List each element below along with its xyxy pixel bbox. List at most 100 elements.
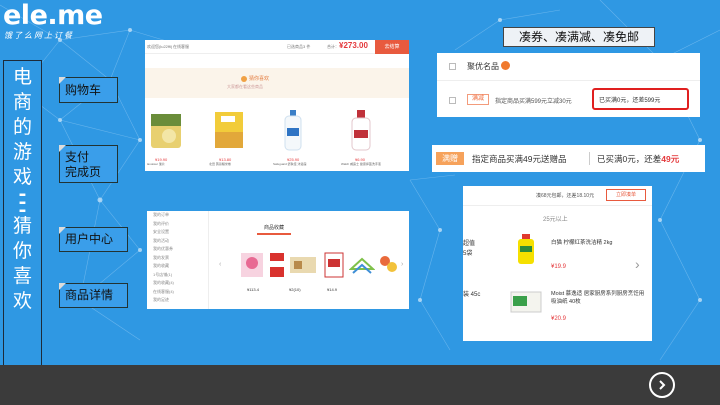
product-card[interactable]: ¥25.90 Safeguard 舒肤佳 沐浴露	[273, 108, 321, 166]
recommend-title: 猜你喜欢	[249, 76, 270, 82]
favorite-product-hanger-icon[interactable]	[349, 255, 375, 277]
detail-left-cutoff-text: 超值	[463, 241, 476, 247]
gift-tag: 满赠	[436, 152, 464, 165]
cart-screenshot: 欢迎您(lu22ffl) 在线客服 已选商品3 件 合计： ¥273.00 去结…	[145, 40, 409, 171]
user-menu-item[interactable]: 我的活动	[153, 237, 208, 246]
detail-item-price: ¥19.9	[551, 264, 567, 270]
carousel-next-arrow[interactable]: ›	[401, 261, 403, 268]
detail-left-cutoff-text: 装 45c	[463, 292, 481, 298]
user-menu-item[interactable]: 安全设置	[153, 228, 208, 237]
cart-total-value: ¥273.00	[339, 41, 368, 50]
user-center-screenshot: 我的订单 我的评价 安全设置 我的活动 我的优惠券 我的发票 我的收藏 1号店铺(1) 我的收藏…	[147, 211, 409, 309]
favorite-product-drink-icon[interactable]	[267, 249, 287, 279]
favorite-price: ¥14.9	[327, 287, 338, 292]
product-card[interactable]: ¥19.90 lavoisier 薯片	[147, 108, 195, 166]
favorites-tab[interactable]: 商品收藏	[257, 223, 291, 235]
cart-header-user: 欢迎您(lu22ffl)	[147, 44, 173, 49]
product-name: lavoisier 薯片	[147, 162, 165, 166]
vertical-title-char: -	[18, 199, 27, 221]
logo-slogan: 饿了么网上订餐	[4, 31, 74, 40]
favorites-title: 商品收藏	[263, 225, 284, 231]
detail-header: 凑68元包邮，还差18.10元 立即凑单	[463, 186, 652, 206]
cart-header: 欢迎您(lu22ffl) 在线客服 已选商品3 件 合计： ¥273.00 去结…	[145, 40, 409, 54]
label-user-center-text: 用户中心	[65, 232, 114, 246]
next-slide-button[interactable]	[649, 372, 675, 398]
label-user-center: 用户中心	[59, 227, 128, 252]
oil-paper-box-icon[interactable]	[509, 286, 543, 316]
coupon-screenshot: 聚优名品 满减 指定商品买满599元立减30元 已买满0元，还差599元	[437, 53, 700, 117]
user-menu-item[interactable]: 我的收藏(4)	[153, 279, 208, 288]
user-menu-item[interactable]: 我的订单	[153, 211, 208, 220]
favorite-product-snack-icon[interactable]	[288, 251, 318, 277]
detail-free-shipping-text: 凑68元包邮，还差18.10元	[536, 193, 595, 199]
detail-price-section: 25元以上	[543, 217, 568, 223]
gift-status-amount: 49元	[661, 154, 680, 164]
cart-recommend-banner: 猜你喜欢 大家都在看这些商品	[145, 68, 409, 98]
vertical-title-char: 商	[12, 91, 32, 113]
store-checkbox[interactable]	[449, 63, 456, 70]
dish-soap-bottle-icon[interactable]	[513, 232, 539, 266]
coupon-status: 已买满0元，还差599元	[599, 98, 661, 104]
user-menu-item[interactable]: 1号店铺(1)	[153, 271, 208, 280]
label-payment-complete: 支付 完成页	[59, 145, 118, 183]
detail-item-name[interactable]: 白猫 柠檬红茶洗洁精 2kg	[551, 238, 612, 246]
product-name: Walch 威露士 健康抑菌洗手液	[341, 162, 381, 166]
store-name[interactable]: 聚优名品	[467, 61, 499, 72]
product-name: 北田 蒟蒻糙米卷	[209, 162, 231, 166]
coupon-store-row: 聚优名品	[437, 53, 700, 81]
label-cart-text: 购物车	[65, 83, 102, 97]
handwash-bottle-icon	[351, 110, 371, 151]
detail-next-arrow[interactable]: ›	[635, 256, 640, 272]
label-product-detail: 商品详情	[59, 283, 128, 308]
favorite-price: ¥2(10)	[289, 287, 301, 292]
slideshow-bottom-bar	[0, 365, 720, 405]
vertical-title-char: 欢	[12, 290, 32, 312]
gift-status-text: 已买满0元，还差	[597, 154, 662, 164]
carousel-prev-arrow[interactable]: ‹	[219, 261, 221, 268]
coupon-desc: 指定商品买满599元立减30元	[495, 99, 572, 105]
coupon-tag: 满减	[467, 94, 489, 105]
bodywash-bottle-icon	[284, 110, 302, 151]
recommend-subtitle: 大家都在看这些商品	[227, 84, 263, 89]
favorite-product-toy-icon[interactable]	[239, 249, 265, 279]
recommend-icon	[241, 76, 247, 82]
product-detail-screenshot: 凑68元包邮，还差18.10元 立即凑单 25元以上 超值 5袋 装 45c 白…	[463, 186, 652, 341]
label-cart: 购物车	[59, 77, 118, 103]
cart-header-service[interactable]: 在线客服	[173, 44, 189, 50]
user-menu-item[interactable]: 我的收藏	[153, 262, 208, 271]
user-menu-item[interactable]: 我的评价	[153, 220, 208, 229]
vertical-title-char: 的	[12, 116, 32, 138]
vertical-title-char: 喜	[12, 265, 32, 287]
user-menu-item[interactable]: 我的足迹	[153, 296, 208, 305]
favorite-product-box-icon[interactable]	[322, 249, 346, 279]
detail-left-cutoff-text: 5袋	[463, 251, 473, 257]
favorite-price: ¥113.4	[247, 287, 259, 292]
cart-total-label: 合计：	[327, 44, 339, 49]
user-menu-item[interactable]: 我的发票	[153, 254, 208, 263]
vertical-title-char: 你	[12, 240, 32, 262]
promo-heading: 凑券、凑满减、凑免邮	[503, 27, 655, 47]
chevron-right-icon	[659, 380, 666, 390]
product-card[interactable]: ¥13.80 北田 蒟蒻糙米卷	[209, 108, 257, 166]
user-menu-item[interactable]: 在线客服(4)	[153, 288, 208, 297]
detail-item-name-wrap[interactable]: Moist 慕逸适 居家厨房系列厨房烹饪用吸油纸 40枚	[551, 290, 647, 306]
cart-checkout-button[interactable]: 去结算	[375, 40, 409, 54]
detail-add-on-button[interactable]: 立即凑单	[606, 189, 646, 201]
user-menu-item[interactable]: 我的优惠券	[153, 245, 208, 254]
gift-status: 已买满0元，还差49元	[597, 153, 679, 165]
detail-item-name: Moist 慕逸适 居家厨房系列厨房烹饪用吸油纸 40枚	[551, 291, 645, 305]
favorite-product-candy-icon[interactable]	[377, 251, 399, 277]
chips-bag-icon	[151, 114, 181, 148]
label-product-detail-text: 商品详情	[65, 288, 114, 302]
logo-brand: ele.me	[3, 0, 103, 31]
user-center-menu: 我的订单 我的评价 安全设置 我的活动 我的优惠券 我的发票 我的收藏 1号店铺(1) 我的收藏…	[147, 211, 209, 309]
detail-item-price: ¥20.9	[551, 316, 567, 322]
coupon-checkbox[interactable]	[449, 97, 456, 104]
store-chat-icon[interactable]	[501, 61, 510, 70]
eleme-logo: ele.me 饿了么网上订餐	[3, 2, 103, 44]
cart-selected-count: 已选商品3 件	[287, 44, 311, 49]
vertical-title-char: 猜	[12, 215, 32, 237]
product-card[interactable]: ¥6.90 Walch 威露士 健康抑菌洗手液	[341, 108, 389, 166]
gift-desc: 指定商品买满49元送赠品	[472, 154, 567, 164]
rice-cracker-icon	[215, 112, 243, 148]
